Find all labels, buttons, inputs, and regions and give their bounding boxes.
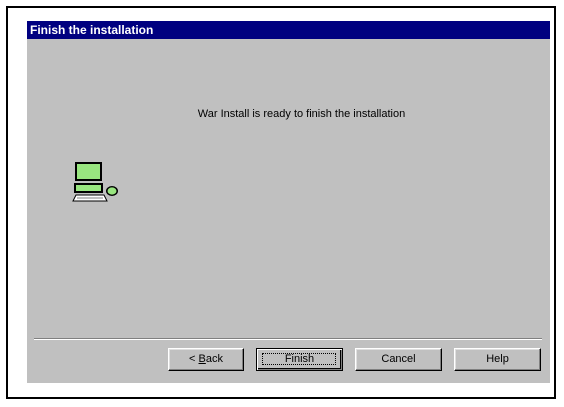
back-prefix: < <box>189 353 199 365</box>
back-button[interactable]: < Back <box>168 348 244 371</box>
computer-icon <box>72 162 118 202</box>
button-separator <box>34 338 542 340</box>
cancel-button-label: Cancel <box>381 353 416 365</box>
installer-dialog: Finish the installation War Install is r… <box>27 21 550 383</box>
back-rest: ack <box>205 353 223 365</box>
dialog-title: Finish the installation <box>30 23 154 37</box>
help-button-label: Help <box>486 353 509 365</box>
finish-button[interactable]: Finish <box>256 348 343 371</box>
back-button-label: < Back <box>189 353 223 365</box>
cancel-button[interactable]: Cancel <box>355 348 442 371</box>
back-mnemonic: B <box>198 353 206 365</box>
finish-button-label: Finish <box>284 353 315 365</box>
title-bar: Finish the installation <box>27 21 550 39</box>
status-message: War Install is ready to finish the insta… <box>197 108 406 120</box>
help-button[interactable]: Help <box>454 348 541 371</box>
